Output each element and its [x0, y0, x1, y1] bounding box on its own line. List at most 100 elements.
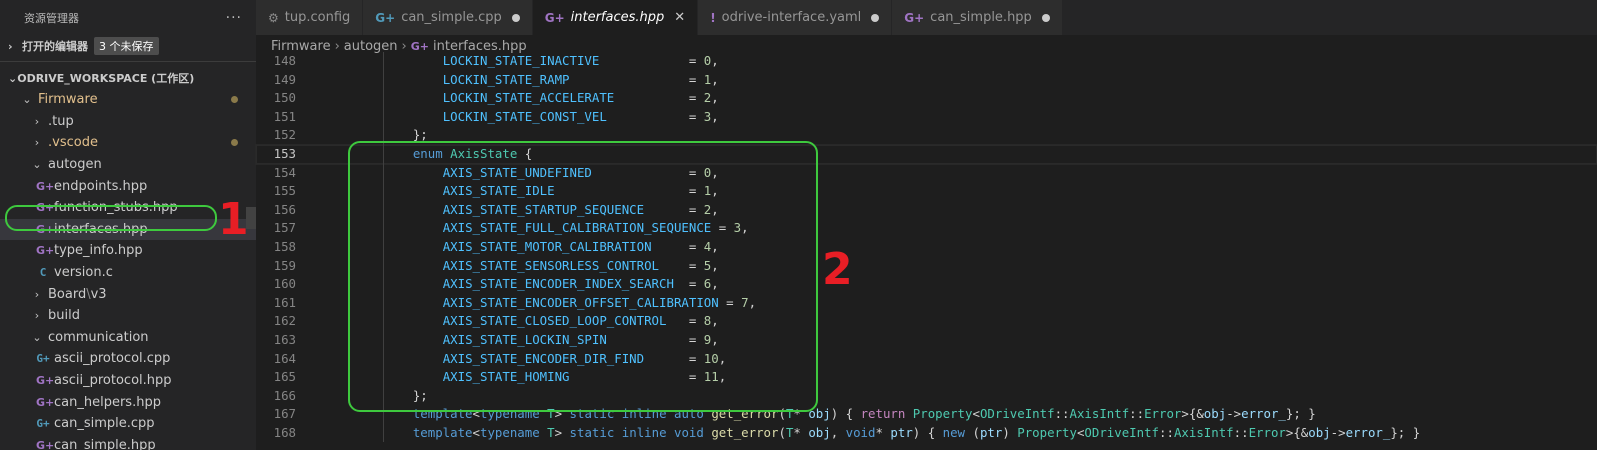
- code-line-text: AXIS_STATE_ENCODER_INDEX_SEARCH = 6,: [442, 276, 719, 292]
- cpp-file-icon: G+: [36, 374, 55, 388]
- tree-item-sublabel: v3: [90, 286, 107, 302]
- code-line[interactable]: 164 AXIS_STATE_ENCODER_DIR_FIND = 10,: [256, 350, 1597, 369]
- tree-folder-vscode[interactable]: › .vscode: [0, 132, 256, 154]
- code-line[interactable]: 153 enum AxisState {: [255, 143, 1597, 165]
- code-line[interactable]: 167 template<typename T> static inline a…: [256, 405, 1597, 424]
- tab-can-simple-cpp[interactable]: G+ can_simple.cpp: [363, 0, 533, 35]
- chevron-right-icon: ›: [34, 287, 40, 301]
- tree-file-endpoints-hpp[interactable]: G+ endpoints.hpp: [0, 175, 256, 197]
- gear-icon: ⚙: [268, 10, 279, 25]
- code-line-text: LOCKIN_STATE_ACCELERATE = 2,: [442, 90, 719, 106]
- chevron-right-icon: ›: [34, 114, 40, 128]
- code-line[interactable]: 159 AXIS_STATE_SENSORLESS_CONTROL = 5,: [256, 257, 1597, 276]
- workspace-section[interactable]: ⌄ ODRIVE_WORKSPACE (工作区): [0, 67, 256, 89]
- cpp-file-icon: G+: [36, 352, 50, 366]
- line-number: 167: [273, 406, 296, 422]
- tab-odrive-interface-yaml[interactable]: ! odrive-interface.yaml: [698, 0, 893, 35]
- code-line[interactable]: 149 LOCKIN_STATE_RAMP = 1,: [256, 71, 1597, 90]
- cpp-file-icon: G+: [544, 10, 565, 25]
- code-line[interactable]: 154 AXIS_STATE_UNDEFINED = 0,: [256, 164, 1597, 183]
- tree-file-ascii-protocol-cpp[interactable]: G+ ascii_protocol.cpp: [0, 348, 256, 370]
- tree-file-can-simple-cpp[interactable]: G+ can_simple.cpp: [0, 413, 256, 435]
- tree-file-interfaces-hpp[interactable]: G+ interfaces.hpp: [0, 218, 256, 241]
- code-line[interactable]: 156 AXIS_STATE_STARTUP_SEQUENCE = 2,: [256, 201, 1597, 220]
- line-number: 165: [273, 369, 296, 385]
- more-actions-icon[interactable]: ···: [226, 10, 242, 26]
- chevron-down-icon: ⌄: [22, 93, 32, 107]
- tree-item-label: ascii_protocol.hpp: [54, 373, 172, 389]
- tree-file-function-stubs-hpp[interactable]: G+ function_stubs.hpp: [0, 197, 256, 219]
- unsaved-dot-icon: [1041, 13, 1050, 22]
- tab-tup-config[interactable]: ⚙ tup.config: [256, 0, 364, 35]
- code-line[interactable]: 165 AXIS_STATE_HOMING = 11,: [256, 368, 1597, 387]
- code-line-text: template<typename T> static inline void …: [412, 424, 1421, 440]
- code-line[interactable]: 166 };: [256, 387, 1597, 406]
- chevron-right-icon: ›: [8, 39, 13, 53]
- tree-folder-firmware[interactable]: ⌄ Firmware: [0, 89, 256, 111]
- code-line-text: AXIS_STATE_MOTOR_CALIBRATION = 4,: [442, 238, 719, 254]
- code-line-text: LOCKIN_STATE_CONST_VEL = 3,: [442, 108, 719, 124]
- code-line[interactable]: 152 };: [256, 126, 1597, 145]
- line-number: 149: [273, 71, 296, 87]
- cpp-file-icon: G+: [410, 39, 429, 53]
- tab-can-simple-hpp[interactable]: G+ can_simple.hpp: [892, 0, 1063, 35]
- code-line[interactable]: 163 AXIS_STATE_LOCKIN_SPIN = 9,: [256, 331, 1597, 350]
- close-icon[interactable]: ✕: [674, 10, 685, 25]
- code-line[interactable]: 148 LOCKIN_STATE_INACTIVE = 0,: [256, 52, 1597, 71]
- code-line[interactable]: 155 AXIS_STATE_IDLE = 1,: [256, 182, 1597, 201]
- yaml-file-icon: !: [710, 10, 716, 25]
- chevron-right-icon: ›: [34, 136, 40, 150]
- code-line[interactable]: 150 LOCKIN_STATE_ACCELERATE = 2,: [256, 89, 1597, 108]
- tree-file-can-helpers-hpp[interactable]: G+ can_helpers.hpp: [0, 391, 256, 413]
- chevron-down-icon: ⌄: [8, 71, 18, 85]
- tree-item-label: endpoints.hpp: [54, 178, 148, 194]
- sidebar-scrollbar[interactable]: [246, 207, 256, 229]
- tree-item-label: function_stubs.hpp: [54, 200, 178, 216]
- tree-folder-tup[interactable]: › .tup: [0, 111, 256, 133]
- code-line-text: AXIS_STATE_UNDEFINED = 0,: [442, 164, 719, 180]
- tree-file-version-c[interactable]: C version.c: [0, 262, 256, 284]
- line-number: 164: [273, 350, 296, 366]
- chevron-down-icon: ⌄: [32, 330, 42, 344]
- tab-interfaces-hpp[interactable]: G+ interfaces.hpp ✕: [532, 0, 699, 35]
- code-line[interactable]: 161 AXIS_STATE_ENCODER_OFFSET_CALIBRATIO…: [256, 294, 1597, 313]
- tree-file-can-simple-hpp[interactable]: G+ can_simple.hpp: [0, 435, 256, 450]
- code-line-text: LOCKIN_STATE_RAMP = 1,: [442, 71, 719, 87]
- line-number: 162: [273, 313, 296, 329]
- tree-file-ascii-protocol-hpp[interactable]: G+ ascii_protocol.hpp: [0, 370, 256, 392]
- tree-item-label: Firmware: [38, 92, 98, 108]
- line-number: 157: [273, 220, 296, 236]
- tree-item-label: .vscode: [48, 135, 98, 151]
- tree-item-label: .tup: [48, 113, 74, 129]
- tree-folder-board-v3[interactable]: › Board \ v3: [0, 283, 256, 305]
- tab-label: interfaces.hpp: [570, 10, 665, 25]
- line-number: 166: [273, 387, 296, 403]
- tree-folder-communication[interactable]: ⌄ communication: [0, 327, 256, 349]
- line-number: 155: [273, 183, 296, 199]
- cpp-file-icon: G+: [36, 201, 55, 215]
- tree-file-type-info-hpp[interactable]: G+ type_info.hpp: [0, 240, 256, 262]
- tree-item-label: can_simple.cpp: [54, 416, 155, 432]
- code-line[interactable]: 151 LOCKIN_STATE_CONST_VEL = 3,: [256, 108, 1597, 127]
- code-line-text: AXIS_STATE_STARTUP_SEQUENCE = 2,: [442, 201, 719, 217]
- cpp-file-icon: G+: [36, 417, 50, 431]
- code-line-text: AXIS_STATE_ENCODER_OFFSET_CALIBRATION = …: [442, 294, 757, 310]
- code-editor[interactable]: 148 LOCKIN_STATE_INACTIVE = 0, 149 LOCKIN…: [255, 52, 1597, 443]
- code-line[interactable]: 160 AXIS_STATE_ENCODER_INDEX_SEARCH = 6,: [256, 275, 1597, 294]
- indent-guide: [383, 52, 384, 442]
- chevron-right-icon: ›: [34, 309, 40, 323]
- code-line[interactable]: 168 template<typename T> static inline v…: [256, 424, 1597, 443]
- open-editors-section[interactable]: › 打开的编辑器 3 个未保存: [0, 35, 256, 57]
- code-line[interactable]: 162 AXIS_STATE_CLOSED_LOOP_CONTROL = 8,: [256, 312, 1597, 331]
- explorer-sidebar: 资源管理器 ··· › 打开的编辑器 3 个未保存 ⌄ ODRIVE_WORKS…: [0, 0, 256, 450]
- unsaved-dot-icon: [871, 13, 880, 22]
- code-line-text: LOCKIN_STATE_INACTIVE = 0,: [442, 53, 719, 68]
- line-number: 161: [273, 294, 296, 310]
- tree-folder-build[interactable]: › build: [0, 305, 256, 327]
- tree-folder-autogen[interactable]: ⌄ autogen: [0, 154, 256, 176]
- tree-item-label: autogen: [48, 157, 102, 173]
- code-line-text: };: [383, 127, 428, 143]
- code-line[interactable]: 158 AXIS_STATE_MOTOR_CALIBRATION = 4,: [256, 238, 1597, 257]
- code-line[interactable]: 157 AXIS_STATE_FULL_CALIBRATION_SEQUENCE…: [256, 219, 1597, 238]
- c-file-icon: C: [39, 266, 47, 280]
